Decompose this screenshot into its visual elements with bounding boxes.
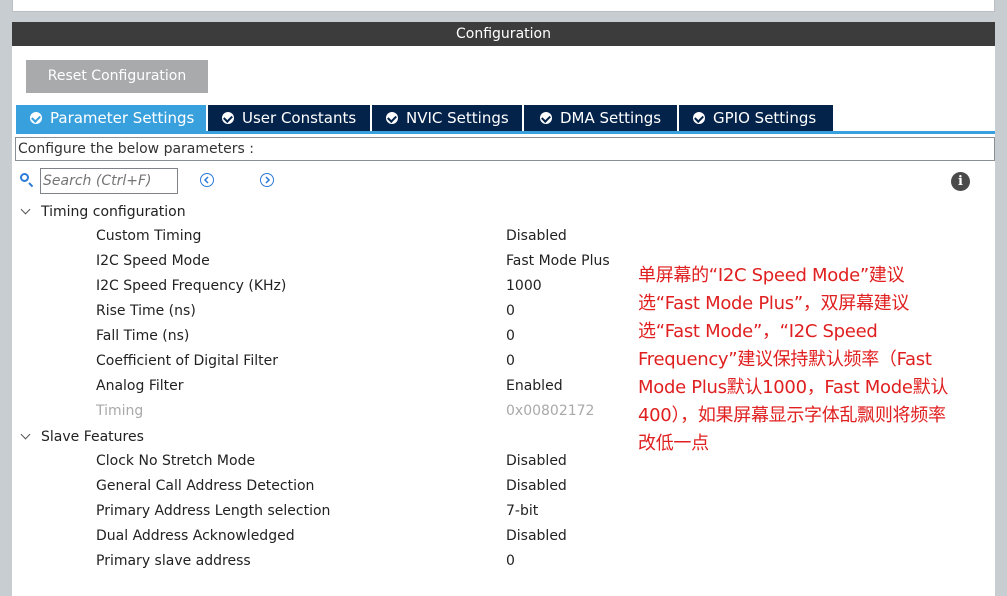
param-value: 0x00802172 <box>506 403 595 419</box>
param-value: Disabled <box>506 528 567 544</box>
param-row[interactable]: Rise Time (ns) 0 <box>96 299 696 324</box>
param-row[interactable]: Fall Time (ns) 0 <box>96 324 696 349</box>
param-value: 1000 <box>506 278 542 294</box>
configure-hint: Configure the below parameters : <box>15 137 995 161</box>
annotation-note: 单屏幕的“I2C Speed Mode”建议 选“Fast Mode Plus”… <box>638 262 998 458</box>
next-result-icon[interactable] <box>260 173 274 187</box>
check-circle-icon <box>222 112 234 124</box>
tab-user-constants[interactable]: User Constants <box>208 105 370 131</box>
group-timing-configuration[interactable]: Timing configuration <box>20 200 186 224</box>
group-label: Timing configuration <box>41 204 186 220</box>
param-value: Disabled <box>506 453 567 469</box>
param-value: Fast Mode Plus <box>506 253 610 269</box>
check-circle-icon <box>30 112 42 124</box>
check-circle-icon <box>540 112 552 124</box>
param-label: I2C Speed Frequency (KHz) <box>96 278 287 294</box>
check-circle-icon <box>693 112 705 124</box>
search-input[interactable] <box>40 168 178 194</box>
tab-nvic-settings[interactable]: NVIC Settings <box>372 105 522 131</box>
tab-label: Parameter Settings <box>50 109 195 127</box>
reset-configuration-button[interactable]: Reset Configuration <box>26 60 208 93</box>
param-value: 7-bit <box>506 503 539 519</box>
param-row[interactable]: I2C Speed Frequency (KHz) 1000 <box>96 274 696 299</box>
group-label: Slave Features <box>41 429 144 445</box>
check-circle-icon <box>386 112 398 124</box>
tab-underline <box>16 131 995 134</box>
param-value: Disabled <box>506 228 567 244</box>
param-label: Dual Address Acknowledged <box>96 528 295 544</box>
tab-dma-settings[interactable]: DMA Settings <box>524 105 677 131</box>
param-label: Timing <box>96 403 144 419</box>
previous-result-icon[interactable] <box>200 173 214 187</box>
param-label: General Call Address Detection <box>96 478 315 494</box>
annotation-line: Mode Plus默认1000，Fast Mode默认 <box>638 377 949 398</box>
param-label: I2C Speed Mode <box>96 253 210 269</box>
param-label: Fall Time (ns) <box>96 328 190 344</box>
annotation-line: 400），如果屏幕显示字体乱飘则将频率 <box>638 405 946 426</box>
param-value: 0 <box>506 328 515 344</box>
param-label: Rise Time (ns) <box>96 303 196 319</box>
param-label: Clock No Stretch Mode <box>96 453 256 469</box>
param-row[interactable]: Coefficient of Digital Filter 0 <box>96 349 696 374</box>
param-label: Primary Address Length selection <box>96 503 331 519</box>
param-row[interactable]: Primary Address Length selection 7-bit <box>96 499 696 524</box>
param-value: 0 <box>506 353 515 369</box>
group-slave-features[interactable]: Slave Features <box>20 425 144 449</box>
tab-label: User Constants <box>242 109 357 127</box>
param-label: Coefficient of Digital Filter <box>96 353 278 369</box>
param-value: Disabled <box>506 478 567 494</box>
annotation-line: Frequency”建议保持默认频率（Fast <box>638 349 932 370</box>
chevron-down-icon <box>20 429 31 440</box>
search-icon <box>20 173 29 182</box>
annotation-line: 单屏幕的“I2C Speed Mode”建议 <box>638 265 905 286</box>
chevron-down-icon <box>20 204 31 215</box>
param-label: Analog Filter <box>96 378 184 394</box>
tab-gpio-settings[interactable]: GPIO Settings <box>679 105 833 131</box>
param-label: Custom Timing <box>96 228 202 244</box>
param-label: Primary slave address <box>96 553 251 569</box>
param-row[interactable]: Dual Address Acknowledged Disabled <box>96 524 696 549</box>
tab-label: GPIO Settings <box>713 109 817 127</box>
top-panel-edge <box>12 0 995 12</box>
param-row[interactable]: Clock No Stretch Mode Disabled <box>96 449 696 474</box>
param-value: Enabled <box>506 378 563 394</box>
annotation-line: 选“Fast Mode Plus”，双屏幕建议 <box>638 293 910 314</box>
tab-parameter-settings[interactable]: Parameter Settings <box>16 105 206 131</box>
info-icon[interactable]: i <box>951 172 970 191</box>
annotation-line: 改低一点 <box>638 433 709 454</box>
param-value: 0 <box>506 553 515 569</box>
annotation-line: 选“Fast Mode”，“I2C Speed <box>638 321 878 342</box>
param-value: 0 <box>506 303 515 319</box>
param-row[interactable]: Custom Timing Disabled <box>96 224 696 249</box>
tab-label: DMA Settings <box>560 109 662 127</box>
param-row[interactable]: Analog Filter Enabled <box>96 374 696 399</box>
param-row-disabled: Timing 0x00802172 <box>96 399 696 424</box>
tab-label: NVIC Settings <box>406 109 509 127</box>
param-row[interactable]: I2C Speed Mode Fast Mode Plus <box>96 249 696 274</box>
panel-title: Configuration <box>12 22 995 46</box>
param-row[interactable]: Primary slave address 0 <box>96 549 696 574</box>
param-row[interactable]: General Call Address Detection Disabled <box>96 474 696 499</box>
